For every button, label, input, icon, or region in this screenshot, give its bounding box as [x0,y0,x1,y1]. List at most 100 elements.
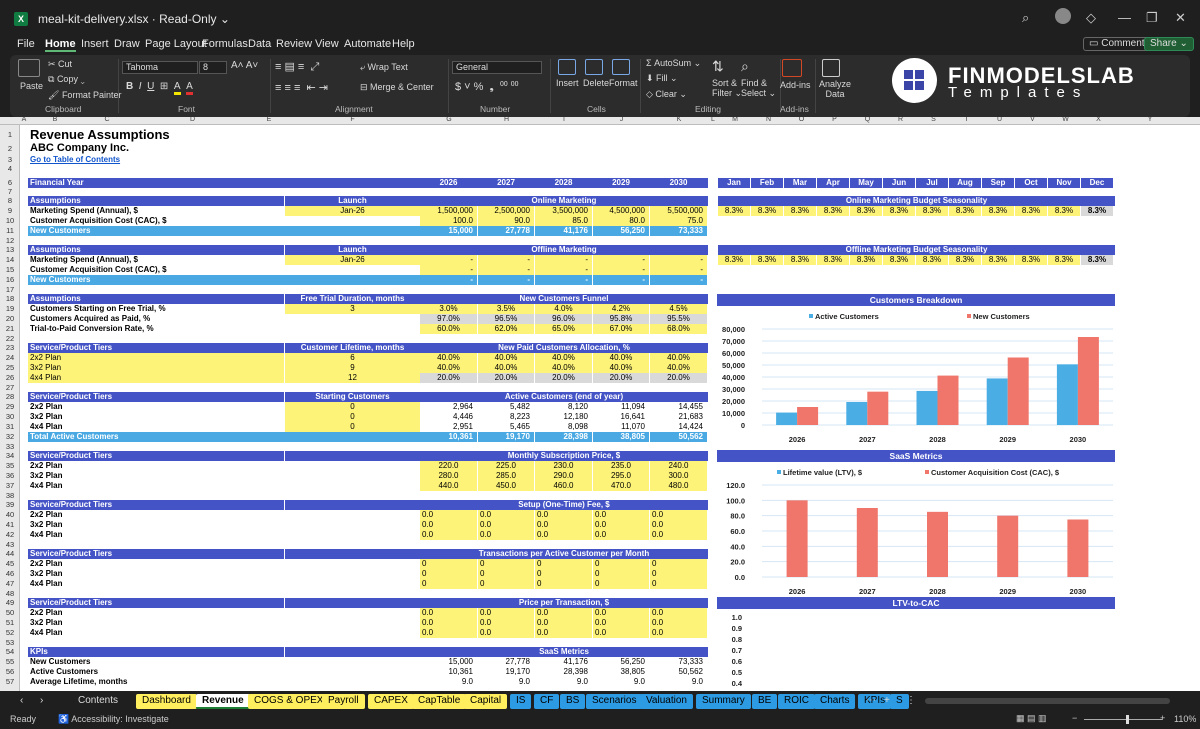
value-cell[interactable]: 10,361 [420,667,477,677]
month-header[interactable]: Jun [883,178,915,188]
kpi-label[interactable]: Active Customers [28,667,284,677]
menu-data[interactable]: Data [248,38,271,50]
read-only-label[interactable]: Read-Only ⌄ [159,12,230,26]
section-header[interactable]: Service/Product Tiers [28,598,284,608]
section-title[interactable]: Transactions per Active Customer per Mon… [420,549,708,559]
month-header[interactable]: Oct [1015,178,1047,188]
value-cell[interactable]: 41,176 [535,226,592,236]
value-cell[interactable]: 40.0% [650,363,707,373]
value-cell[interactable]: 0 [478,569,534,579]
addins-icon[interactable] [782,59,802,77]
row-header[interactable]: 30 [0,412,20,422]
menu-draw[interactable]: Draw [114,38,140,50]
seasonality-cell[interactable]: 8.3% [850,255,882,265]
seasonality-cell[interactable]: 8.3% [751,206,783,216]
toc-link[interactable]: Go to Table of Contents [30,155,230,165]
seasonality-cell[interactable]: 8.3% [949,206,981,216]
input-cell[interactable]: 0 [285,402,420,412]
section-header[interactable]: Assumptions [28,294,284,304]
value-cell[interactable]: 0.0 [420,608,477,618]
value-cell[interactable]: 0.0 [478,520,534,530]
value-cell[interactable]: 20.0% [420,373,477,383]
value-cell[interactable]: 9.0 [650,677,707,687]
value-cell[interactable]: 40.0% [593,353,649,363]
font-size-select[interactable]: 8 [199,61,227,74]
sort-filter-button[interactable]: Sort & Filter ⌄ [712,78,742,98]
row-header[interactable]: 10 [0,216,20,226]
seasonality-cell[interactable]: 8.3% [916,255,948,265]
section-subheader[interactable]: Customer Lifetime, months [285,343,420,353]
seasonality-cell[interactable]: 8.3% [949,255,981,265]
row-label[interactable]: Customers Starting on Free Trial, % [28,304,284,314]
value-cell[interactable]: 38,805 [593,432,649,442]
sheet-tab-bs[interactable]: BS [560,694,586,709]
value-cell[interactable]: 0.0 [535,520,592,530]
value-cell[interactable]: 230.0 [535,461,592,471]
value-cell[interactable]: 38,805 [593,667,649,677]
row-header[interactable]: 23 [0,343,20,353]
value-cell[interactable]: 460.0 [535,481,592,491]
minimize-icon[interactable]: — [1118,10,1131,25]
column-header[interactable]: Y [1115,117,1185,123]
value-cell[interactable]: 3.0% [420,304,477,314]
value-cell[interactable]: 40.0% [593,363,649,373]
prev-sheet-icon[interactable]: ‹ [14,694,29,709]
value-cell[interactable]: 220.0 [420,461,477,471]
value-cell[interactable]: - [593,265,649,275]
value-cell[interactable]: 0.0 [593,618,649,628]
column-header[interactable]: P [818,117,851,123]
value-cell[interactable]: 16,641 [593,412,649,422]
value-cell[interactable]: 5,482 [478,402,534,412]
column-header[interactable]: N [752,117,785,123]
value-cell[interactable]: 20.0% [593,373,649,383]
value-cell[interactable]: 0.0 [420,618,477,628]
value-cell[interactable]: 8,120 [535,402,592,412]
value-cell[interactable]: - [478,275,534,285]
section-subheader[interactable]: Starting Customers [285,392,420,402]
value-cell[interactable]: 0.0 [650,608,707,618]
sheet-tab-cf[interactable]: CF [534,694,560,709]
column-header[interactable]: O [785,117,818,123]
value-cell[interactable]: 56,250 [593,226,649,236]
value-cell[interactable]: - [535,255,592,265]
value-cell[interactable]: 9.0 [535,677,592,687]
year-header[interactable]: 2028 [535,178,592,188]
value-cell[interactable]: 0 [478,559,534,569]
row-header[interactable]: 25 [0,363,20,373]
column-header[interactable]: C [82,117,132,123]
sheet-tab-roic[interactable]: ROIC [778,694,815,709]
format-painter-button[interactable]: 🖌 Format Painter [48,90,121,101]
tier-label[interactable]: 3x2 Plan [28,569,284,579]
input-cell[interactable]: 0 [285,422,420,432]
seasonality-cell[interactable]: 8.3% [1048,255,1080,265]
seasonality-cell[interactable]: 8.3% [982,206,1014,216]
value-cell[interactable]: - [535,275,592,285]
row-header[interactable]: 20 [0,314,20,324]
row-header[interactable]: 54 [0,647,20,657]
value-cell[interactable]: 40.0% [650,353,707,363]
sheet-tab-valuation[interactable]: Valuation [640,694,693,709]
sheet-tab-charts[interactable]: Charts [814,694,856,709]
row-header[interactable]: 50 [0,608,20,618]
tab-scroll-icon[interactable]: ⋮ [900,694,922,709]
month-header[interactable]: Sep [982,178,1014,188]
seasonality-cell[interactable]: 8.3% [1048,206,1080,216]
format-button[interactable]: Format [609,78,638,88]
value-cell[interactable]: 0.0 [650,618,707,628]
insert-icon[interactable] [558,59,576,75]
row-header[interactable]: 39 [0,500,20,510]
value-cell[interactable]: 295.0 [593,471,649,481]
month-header[interactable]: Nov [1048,178,1080,188]
avatar[interactable] [1055,8,1071,24]
column-header[interactable]: D [132,117,253,123]
launch-cell[interactable]: Jan-26 [285,255,420,265]
value-cell[interactable]: 2,964 [420,402,477,412]
copy-button[interactable]: ⧉ Copy ⌄ [48,74,85,85]
customers-breakdown-chart[interactable]: Customers Breakdown Active Customers New C… [717,294,1115,449]
row-header[interactable]: 15 [0,265,20,275]
tier-label[interactable]: 3x2 Plan [28,520,284,530]
row-header[interactable]: 9 [0,206,20,216]
value-cell[interactable]: 4.2% [593,304,649,314]
value-cell[interactable]: 27,778 [478,657,534,667]
input-cell[interactable]: 12 [285,373,420,383]
